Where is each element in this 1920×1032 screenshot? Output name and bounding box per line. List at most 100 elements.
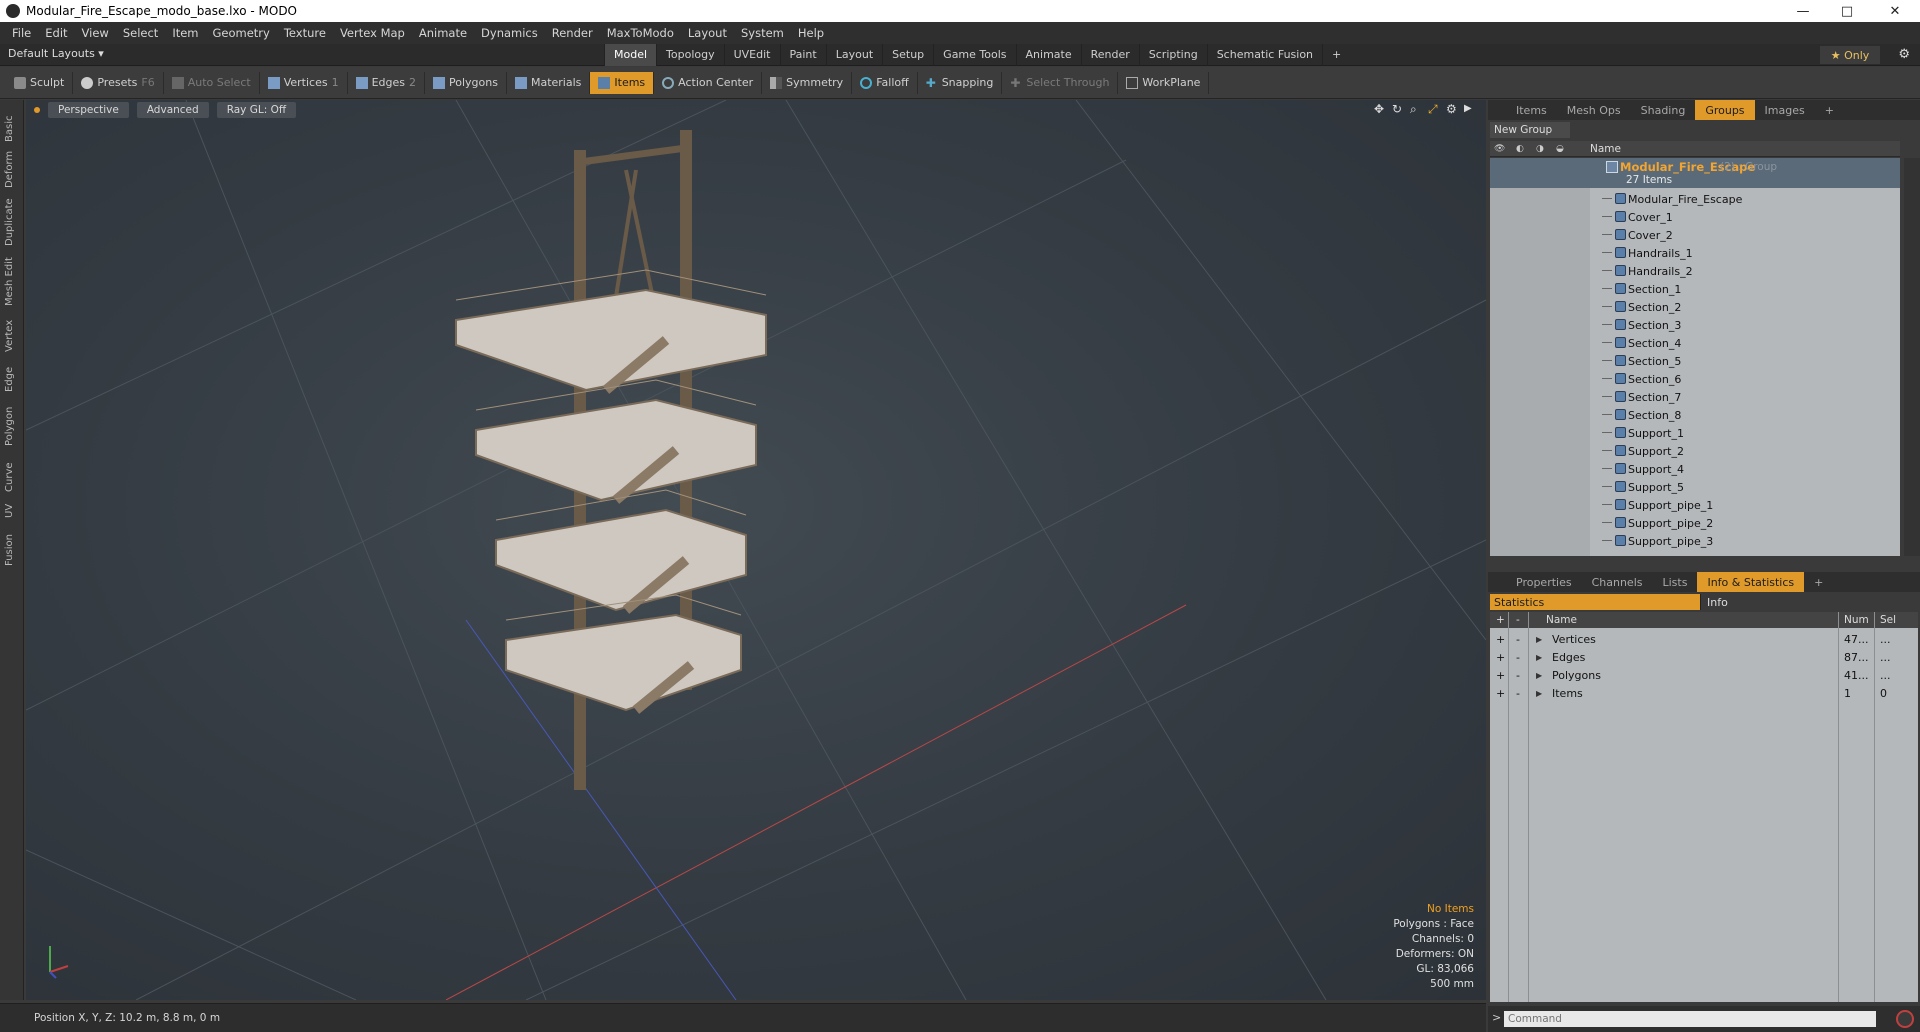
viewport-expand-icon[interactable]: ▶ xyxy=(1464,103,1476,115)
only-toggle[interactable]: ★ Only xyxy=(1820,46,1880,64)
view-mode-button[interactable]: Perspective xyxy=(48,102,129,118)
tab-model[interactable]: Model xyxy=(604,44,657,66)
collapse-button[interactable]: - xyxy=(1516,669,1520,682)
menu-view[interactable]: View xyxy=(82,26,109,40)
tab-layout[interactable]: Layout xyxy=(825,44,882,66)
tab-render[interactable]: Render xyxy=(1080,44,1139,66)
group-member-row[interactable]: Section_4 xyxy=(1490,334,1900,352)
group-member-row[interactable]: Support_pipe_2 xyxy=(1490,514,1900,532)
vtab-curve[interactable]: Curve xyxy=(4,462,15,492)
tab-uvedit[interactable]: UVEdit xyxy=(723,44,780,66)
rotate-view-icon[interactable]: ↻ xyxy=(1392,103,1404,115)
vertices-button[interactable]: Vertices 1 xyxy=(260,71,348,94)
zoom-view-icon[interactable]: ⌕ xyxy=(1410,103,1422,115)
collapse-all-header[interactable]: - xyxy=(1516,614,1520,626)
polygons-button[interactable]: Polygons xyxy=(425,71,507,94)
expand-button[interactable]: + xyxy=(1496,687,1505,700)
collapse-button[interactable]: - xyxy=(1516,651,1520,664)
tab-schematic-fusion[interactable]: Schematic Fusion xyxy=(1206,44,1322,66)
menu-edit[interactable]: Edit xyxy=(45,26,67,40)
raygl-button[interactable]: Ray GL: Off xyxy=(216,102,297,118)
vtab-vertex[interactable]: Vertex xyxy=(4,320,15,352)
collapse-button[interactable]: - xyxy=(1516,633,1520,646)
tab-game-tools[interactable]: Game Tools xyxy=(933,44,1015,66)
vtab-fusion[interactable]: Fusion xyxy=(4,534,15,566)
group-root-row[interactable]: Modular_Fire_Escape (2) : Group 27 Items xyxy=(1490,158,1900,188)
layouts-dropdown[interactable]: Default Layouts ▾ xyxy=(8,47,104,60)
menu-system[interactable]: System xyxy=(741,26,784,40)
snapping-button[interactable]: ✚ Snapping xyxy=(918,71,1003,94)
fit-view-icon[interactable]: ⤢ xyxy=(1428,103,1440,115)
action-center-button[interactable]: Action Center xyxy=(654,71,763,94)
3d-viewport[interactable]: Perspective Advanced Ray GL: Off ✥ ↻ ⌕ ⤢… xyxy=(26,100,1486,1000)
menu-vertex-map[interactable]: Vertex Map xyxy=(340,26,405,40)
close-button[interactable]: ✕ xyxy=(1874,0,1916,22)
add-props-tab-button[interactable]: + xyxy=(1804,572,1833,592)
maximize-button[interactable]: □ xyxy=(1826,0,1868,22)
sculpt-button[interactable]: Sculpt xyxy=(6,71,74,94)
falloff-button[interactable]: Falloff xyxy=(852,71,918,94)
tab-lists[interactable]: Lists xyxy=(1653,572,1698,592)
group-member-row[interactable]: Section_3 xyxy=(1490,316,1900,334)
group-member-row[interactable]: Handrails_2 xyxy=(1490,262,1900,280)
group-member-row[interactable]: Section_7 xyxy=(1490,388,1900,406)
menu-help[interactable]: Help xyxy=(798,26,824,40)
edges-button[interactable]: Edges 2 xyxy=(348,71,426,94)
group-member-row[interactable]: Support_1 xyxy=(1490,424,1900,442)
shading-mode-button[interactable]: Advanced xyxy=(136,102,209,118)
vtab-uv[interactable]: UV xyxy=(4,502,15,518)
statistics-row[interactable]: + - Polygons 41...... ▶ xyxy=(1490,666,1918,684)
collapse-button[interactable]: - xyxy=(1516,687,1520,700)
subtab-info[interactable]: Info xyxy=(1700,594,1918,610)
add-tab-button[interactable]: + xyxy=(1322,44,1350,66)
menu-layout[interactable]: Layout xyxy=(688,26,727,40)
expand-button[interactable]: + xyxy=(1496,633,1505,646)
menu-dynamics[interactable]: Dynamics xyxy=(481,26,538,40)
group-member-row[interactable]: Support_pipe_1 xyxy=(1490,496,1900,514)
vtab-edge[interactable]: Edge xyxy=(4,367,15,392)
menu-item[interactable]: Item xyxy=(172,26,198,40)
menu-animate[interactable]: Animate xyxy=(419,26,467,40)
tab-groups[interactable]: Groups xyxy=(1695,100,1755,120)
statistics-row[interactable]: + - Vertices 47...... ▶ xyxy=(1490,630,1918,648)
group-member-row[interactable]: Cover_2 xyxy=(1490,226,1900,244)
vtab-duplicate[interactable]: Duplicate xyxy=(4,198,15,246)
group-member-row[interactable]: Support_4 xyxy=(1490,460,1900,478)
expand-triangle-icon[interactable]: ▶ xyxy=(1536,653,1542,662)
move-view-icon[interactable]: ✥ xyxy=(1374,103,1386,115)
tab-setup[interactable]: Setup xyxy=(882,44,933,66)
group-member-row[interactable]: Handrails_1 xyxy=(1490,244,1900,262)
group-member-row[interactable]: Section_6 xyxy=(1490,370,1900,388)
items-button[interactable]: Items xyxy=(590,71,655,94)
menu-select[interactable]: Select xyxy=(123,26,158,40)
group-member-row[interactable]: Cover_1 xyxy=(1490,208,1900,226)
vtab-mesh-edit[interactable]: Mesh Edit xyxy=(4,257,15,306)
materials-button[interactable]: Materials xyxy=(507,71,591,94)
group-member-row[interactable]: Section_1 xyxy=(1490,280,1900,298)
group-member-row[interactable]: Support_pipe_3 xyxy=(1490,532,1900,550)
tab-topology[interactable]: Topology xyxy=(656,44,724,66)
vtab-polygon[interactable]: Polygon xyxy=(4,407,15,446)
group-member-row[interactable]: Section_5 xyxy=(1490,352,1900,370)
expand-button[interactable]: + xyxy=(1496,669,1505,682)
tab-shading[interactable]: Shading xyxy=(1631,100,1696,120)
menu-render[interactable]: Render xyxy=(552,26,593,40)
vtab-deform[interactable]: Deform xyxy=(4,151,15,188)
auto-select-button[interactable]: Auto Select xyxy=(164,71,260,94)
group-member-row[interactable]: Modular_Fire_Escape xyxy=(1490,190,1900,208)
groups-scrollbar[interactable] xyxy=(1904,158,1920,556)
tab-images[interactable]: Images xyxy=(1755,100,1815,120)
tab-channels[interactable]: Channels xyxy=(1582,572,1653,592)
expand-button[interactable]: + xyxy=(1496,651,1505,664)
group-member-row[interactable]: Support_2 xyxy=(1490,442,1900,460)
subtab-statistics[interactable]: Statistics xyxy=(1490,594,1700,610)
statistics-row[interactable]: + - Edges 87...... ▶ xyxy=(1490,648,1918,666)
tab-mesh-ops[interactable]: Mesh Ops xyxy=(1557,100,1631,120)
expand-all-header[interactable]: + xyxy=(1496,614,1505,626)
tab-animate[interactable]: Animate xyxy=(1015,44,1081,66)
tab-paint[interactable]: Paint xyxy=(779,44,826,66)
expand-triangle-icon[interactable]: ▶ xyxy=(1536,671,1542,680)
tab-scripting[interactable]: Scripting xyxy=(1138,44,1207,66)
tab-properties[interactable]: Properties xyxy=(1506,572,1582,592)
statistics-row[interactable]: + - Items 1 0 ▶ xyxy=(1490,684,1918,702)
